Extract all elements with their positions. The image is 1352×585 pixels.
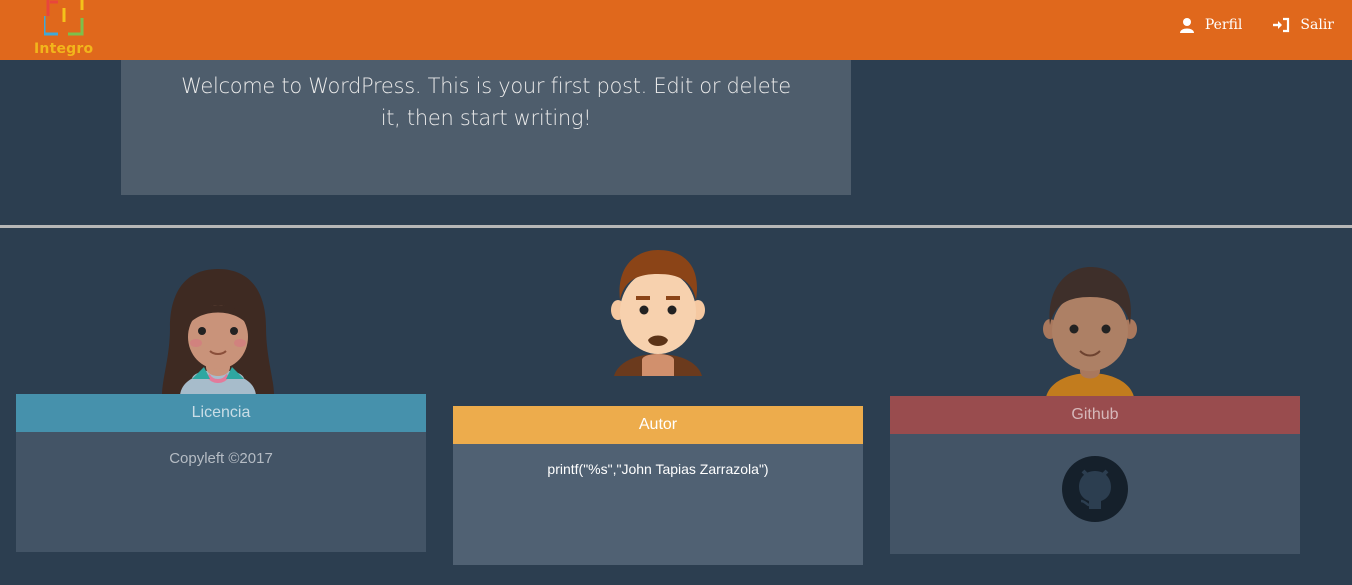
user-icon xyxy=(1179,18,1194,33)
boy-avatar xyxy=(1043,267,1137,397)
profile-label: Perfil xyxy=(1204,17,1243,33)
logo[interactable]: Integro xyxy=(30,0,100,60)
license-card: Licencia Copyleft ©2017 xyxy=(16,394,426,552)
github-link[interactable] xyxy=(1062,456,1128,522)
github-card: Github xyxy=(890,396,1300,554)
post-excerpt: Welcome to WordPress. This is your first… xyxy=(181,74,791,130)
author-body: printf("%s","John Tapias Zarrazola") xyxy=(453,444,863,565)
logo-mark xyxy=(44,0,84,36)
log-in-icon xyxy=(1273,17,1290,33)
logout-link[interactable]: Salir xyxy=(1272,17,1334,33)
girl-avatar xyxy=(162,269,274,395)
author-text: printf("%s","John Tapias Zarrazola") xyxy=(547,461,769,477)
divider xyxy=(0,225,1352,228)
logout-label: Salir xyxy=(1300,17,1334,33)
profile-link[interactable]: Perfil xyxy=(1179,17,1243,33)
license-title: Licencia xyxy=(16,394,426,432)
license-text: Copyleft ©2017 xyxy=(169,450,273,467)
license-body: Copyleft ©2017 xyxy=(16,432,426,552)
github-icon xyxy=(1079,469,1111,509)
post-card: Welcome to WordPress. This is your first… xyxy=(121,60,851,195)
bearded-man-avatar xyxy=(611,250,705,376)
top-navbar: Integro Perfil Salir xyxy=(0,0,1352,60)
github-body xyxy=(890,434,1300,554)
author-card: Autor printf("%s","John Tapias Zarrazola… xyxy=(453,406,863,565)
nav-menu: Perfil Salir xyxy=(1179,17,1334,33)
author-title: Autor xyxy=(453,406,863,444)
logo-text: Integro xyxy=(34,41,94,57)
github-title: Github xyxy=(890,396,1300,434)
